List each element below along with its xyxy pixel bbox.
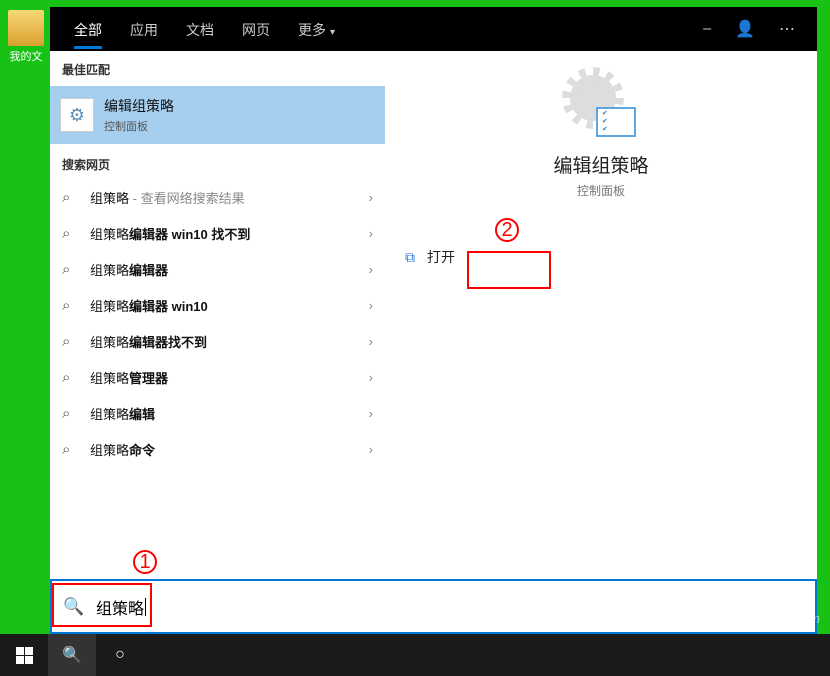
best-match-item[interactable]: ⚙ 编辑组策略 控制面板	[50, 86, 385, 144]
web-result-item[interactable]: ⌕ 组策略编辑器›	[50, 251, 385, 287]
preview-icon	[566, 75, 636, 137]
web-result-text: 组策略编辑器	[90, 260, 369, 279]
start-button[interactable]	[0, 634, 48, 676]
open-action[interactable]: ⧉ 打开	[385, 237, 817, 277]
search-icon: ⌕	[62, 333, 80, 350]
preview-title: 编辑组策略	[553, 151, 648, 178]
section-best-match: 最佳匹配	[50, 51, 385, 86]
tab-apps[interactable]: 应用	[116, 10, 172, 49]
web-result-text: 组策略编辑器找不到	[90, 332, 369, 351]
tab-web[interactable]: 网页	[228, 10, 284, 49]
folder-icon	[8, 10, 44, 46]
taskbar-search-button[interactable]: 🔍	[48, 634, 96, 676]
search-icon: ⌕	[62, 189, 80, 206]
web-result-item[interactable]: ⌕ 组策略编辑器找不到›	[50, 323, 385, 359]
chevron-right-icon: ›	[369, 262, 373, 277]
more-options-icon[interactable]: ⋯	[767, 19, 807, 39]
search-icon: ⌕	[62, 405, 80, 422]
search-icon: ⌕	[62, 261, 80, 278]
open-icon: ⧉	[405, 249, 415, 266]
search-icon: ⌕	[62, 369, 80, 386]
chevron-right-icon: ›	[369, 190, 373, 205]
web-result-text: 组策略命令	[90, 440, 369, 459]
preview-pane: 编辑组策略 控制面板 ⧉ 打开	[385, 51, 817, 579]
web-result-text: 组策略编辑器 win10 找不到	[90, 224, 369, 243]
web-result-text: 组策略编辑	[90, 404, 369, 423]
best-match-subtitle: 控制面板	[104, 118, 174, 134]
web-result-text: 组策略编辑器 win10	[90, 296, 369, 315]
web-result-item[interactable]: ⌕ 组策略编辑器 win10 找不到›	[50, 215, 385, 251]
taskbar: 🔍 ○	[0, 634, 830, 676]
chevron-right-icon: ›	[369, 334, 373, 349]
windows-logo-icon	[16, 647, 33, 664]
tab-documents[interactable]: 文档	[172, 10, 228, 49]
tab-more[interactable]: 更多▾	[284, 10, 349, 49]
web-result-item[interactable]: ⌕ 组策略编辑器 win10›	[50, 287, 385, 323]
web-result-item[interactable]: ⌕ 组策略命令›	[50, 431, 385, 467]
desktop-icon-label: 我的文	[2, 48, 50, 64]
search-panel: 全部 应用 文档 网页 更多▾ ⎯ 👤 ⋯ 最佳匹配 ⚙ 编辑组策略 控制面板 …	[50, 7, 817, 634]
preview-subtitle: 控制面板	[577, 182, 625, 199]
desktop-icon-my-documents[interactable]: 我的文	[2, 10, 50, 64]
chevron-right-icon: ›	[369, 370, 373, 385]
web-result-text: 组策略 - 查看网络搜索结果	[90, 188, 369, 207]
web-result-item[interactable]: ⌕ 组策略编辑›	[50, 395, 385, 431]
web-result-text: 组策略管理器	[90, 368, 369, 387]
chevron-down-icon: ▾	[330, 27, 335, 38]
account-icon[interactable]: 👤	[723, 19, 767, 39]
search-icon: ⌕	[62, 225, 80, 242]
search-tabs: 全部 应用 文档 网页 更多▾ ⎯ 👤 ⋯	[50, 7, 817, 51]
checklist-icon	[596, 107, 636, 137]
search-icon: ⌕	[62, 441, 80, 458]
web-result-item[interactable]: ⌕ 组策略 - 查看网络搜索结果›	[50, 179, 385, 215]
open-label: 打开	[427, 247, 455, 267]
chevron-right-icon: ›	[369, 406, 373, 421]
results-list: 最佳匹配 ⚙ 编辑组策略 控制面板 搜索网页 ⌕组策略 - 查看网络搜索结果›⌕…	[50, 51, 385, 579]
chevron-right-icon: ›	[369, 226, 373, 241]
chevron-right-icon: ›	[369, 298, 373, 313]
best-match-title: 编辑组策略	[104, 96, 174, 116]
web-result-item[interactable]: ⌕ 组策略管理器›	[50, 359, 385, 395]
search-icon: ⌕	[62, 297, 80, 314]
chevron-right-icon: ›	[369, 442, 373, 457]
section-search-web: 搜索网页	[50, 144, 385, 179]
feedback-icon[interactable]: ⎯	[691, 20, 723, 38]
tab-all[interactable]: 全部	[60, 10, 116, 49]
search-bar[interactable]: 🔍 组策略	[50, 579, 817, 634]
control-panel-icon: ⚙	[60, 98, 94, 132]
taskbar-cortana-button[interactable]: ○	[96, 634, 144, 676]
